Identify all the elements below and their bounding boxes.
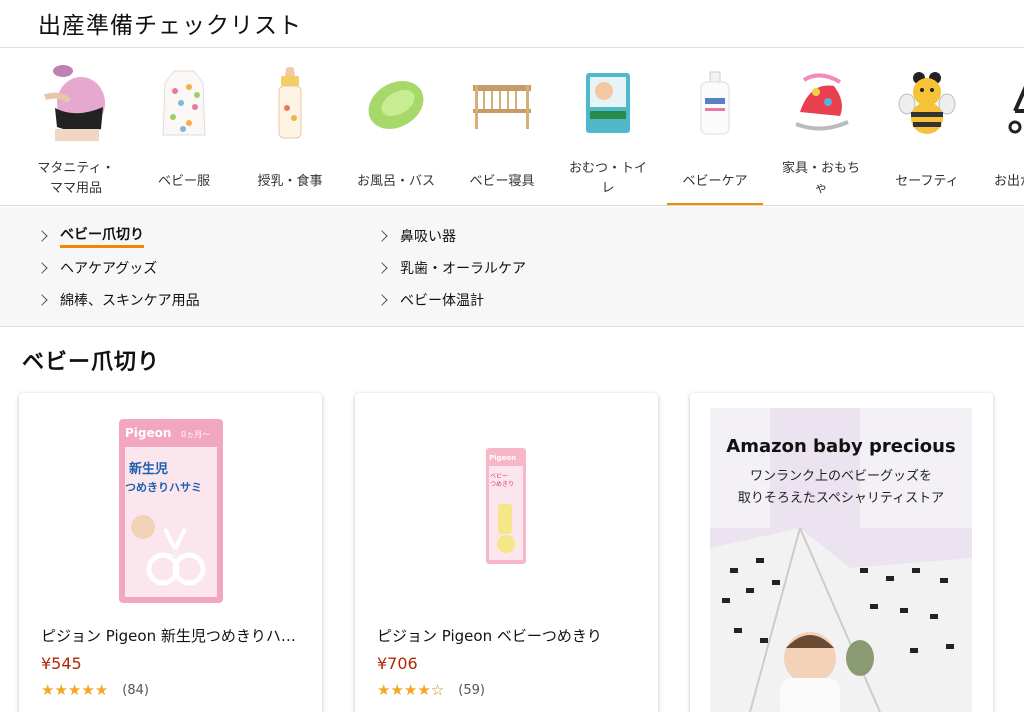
- product-price: ¥545: [41, 654, 82, 673]
- star-rating[interactable]: ★ ★ ★ ★ ★ (84): [41, 681, 149, 699]
- section-title: ベビー爪切り: [22, 350, 161, 375]
- star-full-icon: ★: [54, 681, 68, 699]
- star-full-icon: ★: [41, 681, 55, 699]
- banner-subtitle: ワンランク上のベビーグッズを 取りそろえたスペシャリティストア: [737, 469, 945, 506]
- category-maternity[interactable]: マタニティ・ ママ用品: [26, 49, 126, 205]
- baby-crib-icon: [464, 63, 540, 143]
- lotion-bottle-icon: [677, 63, 753, 143]
- category-label: お風呂・バス: [356, 174, 435, 189]
- subcategory-hair-care[interactable]: ヘアケアグッズ: [36, 257, 157, 279]
- svg-text:0ヵ月〜: 0ヵ月〜: [181, 430, 210, 439]
- svg-text:ベビー: ベビー: [490, 472, 508, 480]
- product-image[interactable]: Pigeon ベビー つめきり: [486, 448, 526, 568]
- category-label: ベビー寝具: [469, 174, 535, 189]
- bee-head-guard-icon: [889, 63, 965, 143]
- svg-text:新生児: 新生児: [129, 461, 168, 477]
- category-baby-clothes[interactable]: ベビー服: [134, 49, 234, 205]
- subcategory-nail-clippers[interactable]: ベビー爪切り: [36, 225, 144, 248]
- category-label: お出か: [994, 174, 1024, 189]
- category-label: セーフティ: [895, 174, 959, 189]
- subcategory-nasal-aspirator[interactable]: 鼻吸い器: [376, 225, 456, 247]
- category-strip: マタニティ・ ママ用品 ベビー服 授乳・食事 お風呂・バス ベビー寝具 おむつ・…: [0, 49, 1024, 206]
- page-title: 出産準備チェックリスト: [38, 13, 302, 39]
- product-card[interactable]: Pigeon 0ヵ月〜 新生児 つめきりハサミ ピジョン Pigeon 新生児つ…: [19, 393, 322, 712]
- category-bedding[interactable]: ベビー寝具: [452, 49, 552, 205]
- subcategory-skin-care[interactable]: 綿棒、スキンケア用品: [36, 289, 200, 311]
- star-full-icon: ★: [417, 681, 431, 699]
- stroller-icon: [988, 63, 1024, 143]
- category-safety[interactable]: セーフティ: [877, 49, 977, 205]
- product-card[interactable]: Pigeon ベビー つめきり ピジョン Pigeon ベビーつめきり ¥706…: [355, 393, 658, 712]
- chevron-right-icon: [36, 230, 48, 242]
- star-full-icon: ★: [390, 681, 404, 699]
- category-label: ベビーケア: [682, 174, 748, 189]
- brand-logo-text: Pigeon: [125, 426, 171, 440]
- chevron-right-icon: [376, 294, 388, 306]
- category-feeding[interactable]: 授乳・食事: [240, 49, 340, 205]
- subcategory-list: ベビー爪切り 鼻吸い器 ヘアケアグッズ 乳歯・オーラルケア 綿棒、スキンケア用品…: [0, 207, 1024, 327]
- promo-banner[interactable]: Amazon baby precious ワンランク上のベビーグッズを 取りそろ…: [710, 408, 972, 712]
- active-category-indicator: [667, 203, 763, 205]
- product-title[interactable]: ピジョン Pigeon ベビーつめきり: [377, 625, 639, 646]
- category-label: おむつ・トイ レ: [568, 161, 647, 196]
- chevron-right-icon: [376, 262, 388, 274]
- baby-bathtub-icon: [358, 63, 434, 143]
- category-label: 家具・おもち ゃ: [781, 161, 860, 196]
- product-image[interactable]: Pigeon 0ヵ月〜 新生児 つめきりハサミ: [119, 419, 223, 607]
- baby-bouncer-icon: [783, 63, 859, 143]
- category-outing[interactable]: お出か: [976, 49, 1024, 205]
- baby-sleeper-icon: [146, 63, 222, 143]
- review-count[interactable]: (59): [458, 683, 485, 698]
- subcategory-thermometer[interactable]: ベビー体温計: [376, 289, 484, 311]
- star-full-icon: ★: [403, 681, 418, 699]
- review-count[interactable]: (84): [122, 683, 149, 698]
- brand-logo-text: Pigeon: [489, 454, 516, 462]
- product-price: ¥706: [377, 654, 418, 673]
- svg-text:つめきりハサミ: つめきりハサミ: [125, 481, 202, 494]
- baby-bottle-icon: [252, 63, 328, 143]
- category-label: ベビー服: [157, 174, 210, 189]
- product-title[interactable]: ピジョン Pigeon 新生児つめきりハサミ: [41, 625, 303, 646]
- subcategory-oral-care[interactable]: 乳歯・オーラルケア: [376, 257, 526, 279]
- star-full-icon: ★: [377, 681, 391, 699]
- category-bath[interactable]: お風呂・バス: [346, 49, 446, 205]
- maternity-belt-icon: [38, 63, 114, 143]
- category-diapers[interactable]: おむつ・トイ レ: [558, 49, 658, 205]
- star-full-icon: ★: [67, 681, 82, 699]
- category-baby-care[interactable]: ベビーケア: [665, 49, 765, 205]
- star-empty-icon: ☆: [430, 681, 445, 699]
- chevron-right-icon: [36, 294, 48, 306]
- star-full-icon: ★: [94, 681, 109, 699]
- category-label: 授乳・食事: [257, 174, 323, 189]
- page-header: 出産準備チェックリスト: [0, 0, 1024, 48]
- chevron-right-icon: [376, 230, 388, 242]
- banner-title: Amazon baby precious: [726, 436, 956, 457]
- category-label: マタニティ・ ママ用品: [37, 161, 115, 196]
- star-rating[interactable]: ★ ★ ★ ★ ☆ (59): [377, 681, 485, 699]
- svg-text:つめきり: つめきり: [490, 481, 514, 488]
- star-full-icon: ★: [81, 681, 95, 699]
- diaper-pack-icon: [570, 63, 646, 143]
- category-furniture-toys[interactable]: 家具・おもち ゃ: [771, 49, 871, 205]
- chevron-right-icon: [36, 262, 48, 274]
